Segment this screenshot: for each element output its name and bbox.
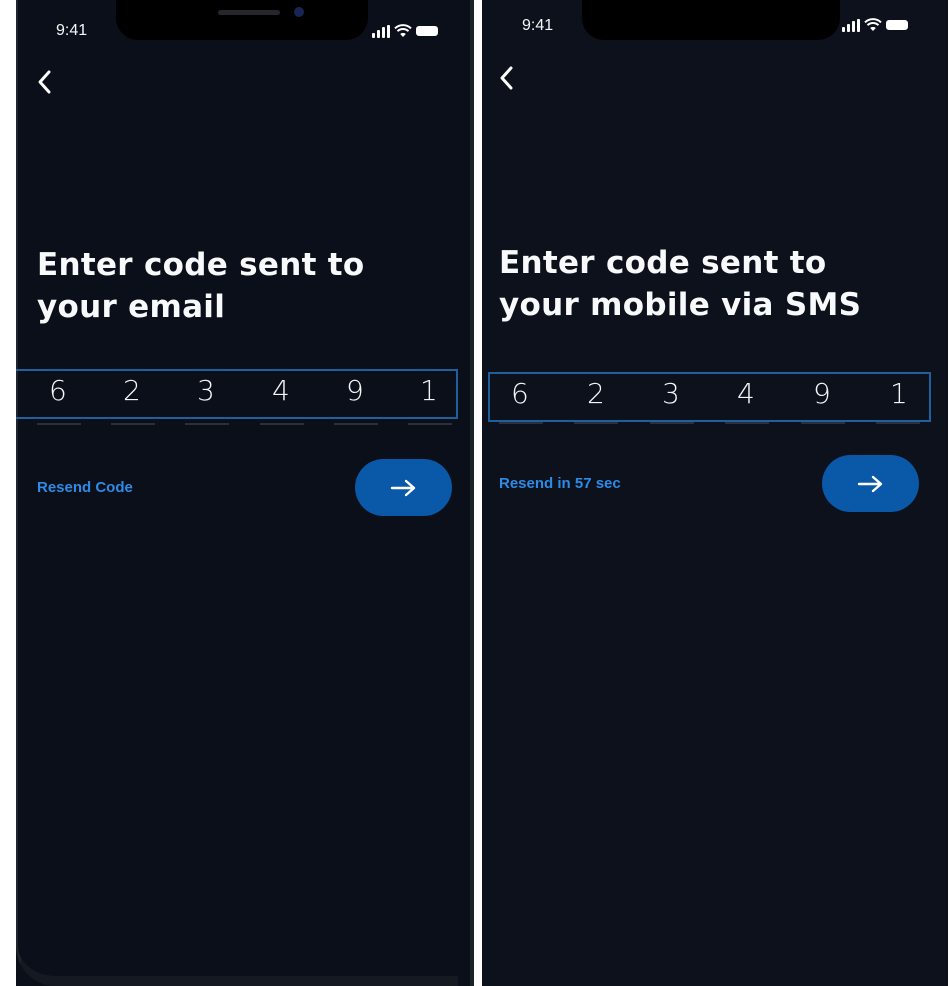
code-digit-3[interactable]: 3 [197,374,215,407]
status-time: 9:41 [56,22,88,39]
verification-code-input[interactable]: 6 2 3 4 9 1 [16,369,458,419]
cellular-signal-icon [842,18,860,32]
code-digit-6[interactable]: 1 [890,377,908,410]
digit-underline [801,422,845,424]
code-digit-4[interactable]: 4 [737,377,755,410]
verification-code-input[interactable]: 6 2 3 4 9 1 [488,372,931,422]
code-digit-2[interactable]: 2 [123,374,141,407]
status-bar-icons [842,18,908,32]
next-button[interactable] [822,455,919,512]
title-line-1: Enter code sent to [499,245,827,281]
code-digit-1[interactable]: 6 [511,377,529,410]
page-title: Enter code sent to your email [37,244,365,328]
digit-underline [37,423,81,425]
digit-underline [334,423,378,425]
wifi-icon [864,18,882,31]
resend-countdown-label: Resend in 57 sec [499,475,621,492]
notch [582,0,840,40]
back-chevron-icon[interactable] [496,62,518,94]
title-line-1: Enter code sent to [37,247,365,283]
code-digit-5[interactable]: 9 [813,377,831,410]
wifi-icon [394,24,412,37]
digit-underline [185,423,229,425]
back-chevron-icon[interactable] [34,66,56,98]
arrow-right-icon [857,475,882,492]
digit-underline [499,422,543,424]
digit-underline [111,423,155,425]
sms-verification-screen: 9:41 Enter code sent to your mobile via … [482,0,948,986]
code-digit-2[interactable]: 2 [587,377,605,410]
digit-underline [725,422,769,424]
code-digit-4[interactable]: 4 [272,374,290,407]
speaker-grille [218,10,280,15]
status-time: 9:41 [522,17,554,34]
code-digit-5[interactable]: 9 [346,374,364,407]
resend-code-link[interactable]: Resend Code [37,479,133,496]
status-bar-icons [372,24,438,38]
next-button[interactable] [355,459,452,516]
title-line-2: your mobile via SMS [499,287,862,323]
code-digit-3[interactable]: 3 [662,377,680,410]
cellular-signal-icon [372,24,390,38]
digit-underline [574,422,618,424]
email-verification-screen: 9:41 Enter code sent to your email 6 2 3… [16,0,474,986]
battery-icon [886,20,908,30]
digit-underline [408,423,452,425]
title-line-2: your email [37,289,226,325]
page-title: Enter code sent to your mobile via SMS [499,242,861,326]
front-camera [294,7,304,17]
digit-underline [650,422,694,424]
digit-underline [876,422,920,424]
digit-underline [260,423,304,425]
arrow-right-icon [390,479,415,496]
device-edge [458,0,474,986]
code-digit-1[interactable]: 6 [49,374,67,407]
code-digit-6[interactable]: 1 [420,374,438,407]
notch [116,0,368,40]
battery-icon [416,26,438,36]
